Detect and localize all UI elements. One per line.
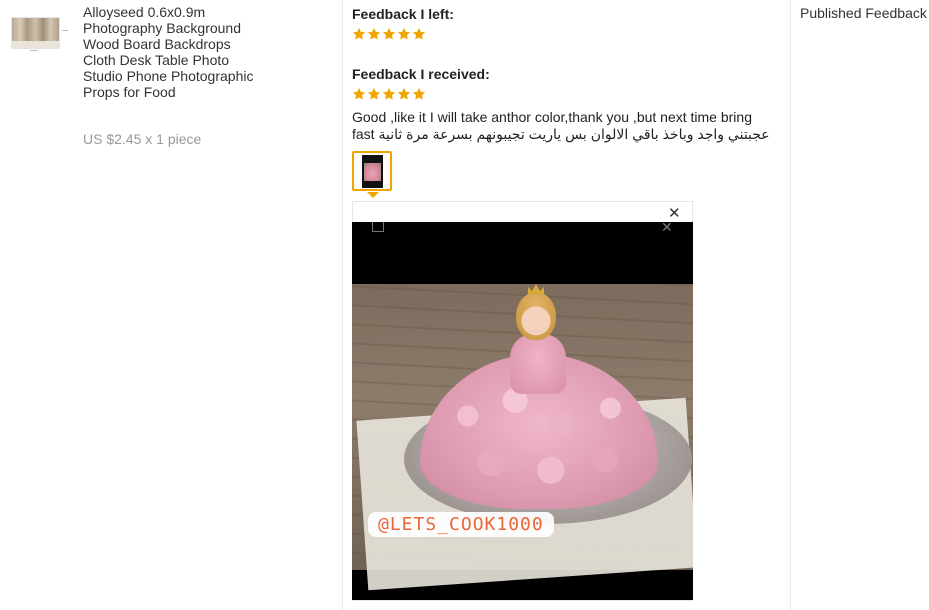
close-icon[interactable]: ✕	[668, 206, 681, 221]
photo-thumbnail-image	[362, 155, 383, 188]
doll-torso	[510, 334, 566, 394]
feedback-received-label: Feedback I received:	[352, 66, 490, 82]
close-icon: ✕	[661, 222, 673, 235]
divider	[62, 30, 68, 31]
thumbnail-caret	[367, 192, 379, 198]
feedback-left-label: Feedback I left:	[352, 6, 454, 22]
feedback-received-rating	[352, 87, 426, 101]
feedback-photo[interactable]: ✕ @LETS_COOK1000	[352, 222, 693, 600]
star-icon	[397, 87, 411, 100]
product-price: US $2.45 x 1 piece	[83, 131, 202, 147]
star-icon	[367, 27, 381, 40]
divider	[30, 50, 38, 51]
feedback-received-text: Good ,like it I will take anthor color,t…	[352, 109, 772, 143]
photo-watermark: @LETS_COOK1000	[368, 512, 554, 537]
trash-icon	[372, 222, 384, 232]
star-icon	[397, 27, 411, 40]
product-thumbnail[interactable]	[11, 17, 60, 49]
star-icon	[382, 27, 396, 40]
product-title[interactable]: Alloyseed 0.6x0.9m Photography Backgroun…	[83, 4, 258, 100]
feedback-text-arabic: عجبتني واجد وباخذ باقي الالوان بس ياريت …	[378, 126, 770, 142]
doll-crown	[528, 284, 544, 294]
star-icon	[352, 27, 366, 40]
doll-head	[516, 292, 556, 340]
star-icon	[367, 87, 381, 100]
column-divider	[342, 0, 343, 610]
star-icon	[412, 27, 426, 40]
published-feedback-link[interactable]: Published Feedback	[800, 5, 927, 21]
feedback-left-rating	[352, 27, 426, 41]
star-icon	[382, 87, 396, 100]
feedback-photo-thumbnail[interactable]	[352, 151, 392, 191]
star-icon	[352, 87, 366, 100]
column-divider	[790, 0, 791, 610]
star-icon	[412, 87, 426, 100]
